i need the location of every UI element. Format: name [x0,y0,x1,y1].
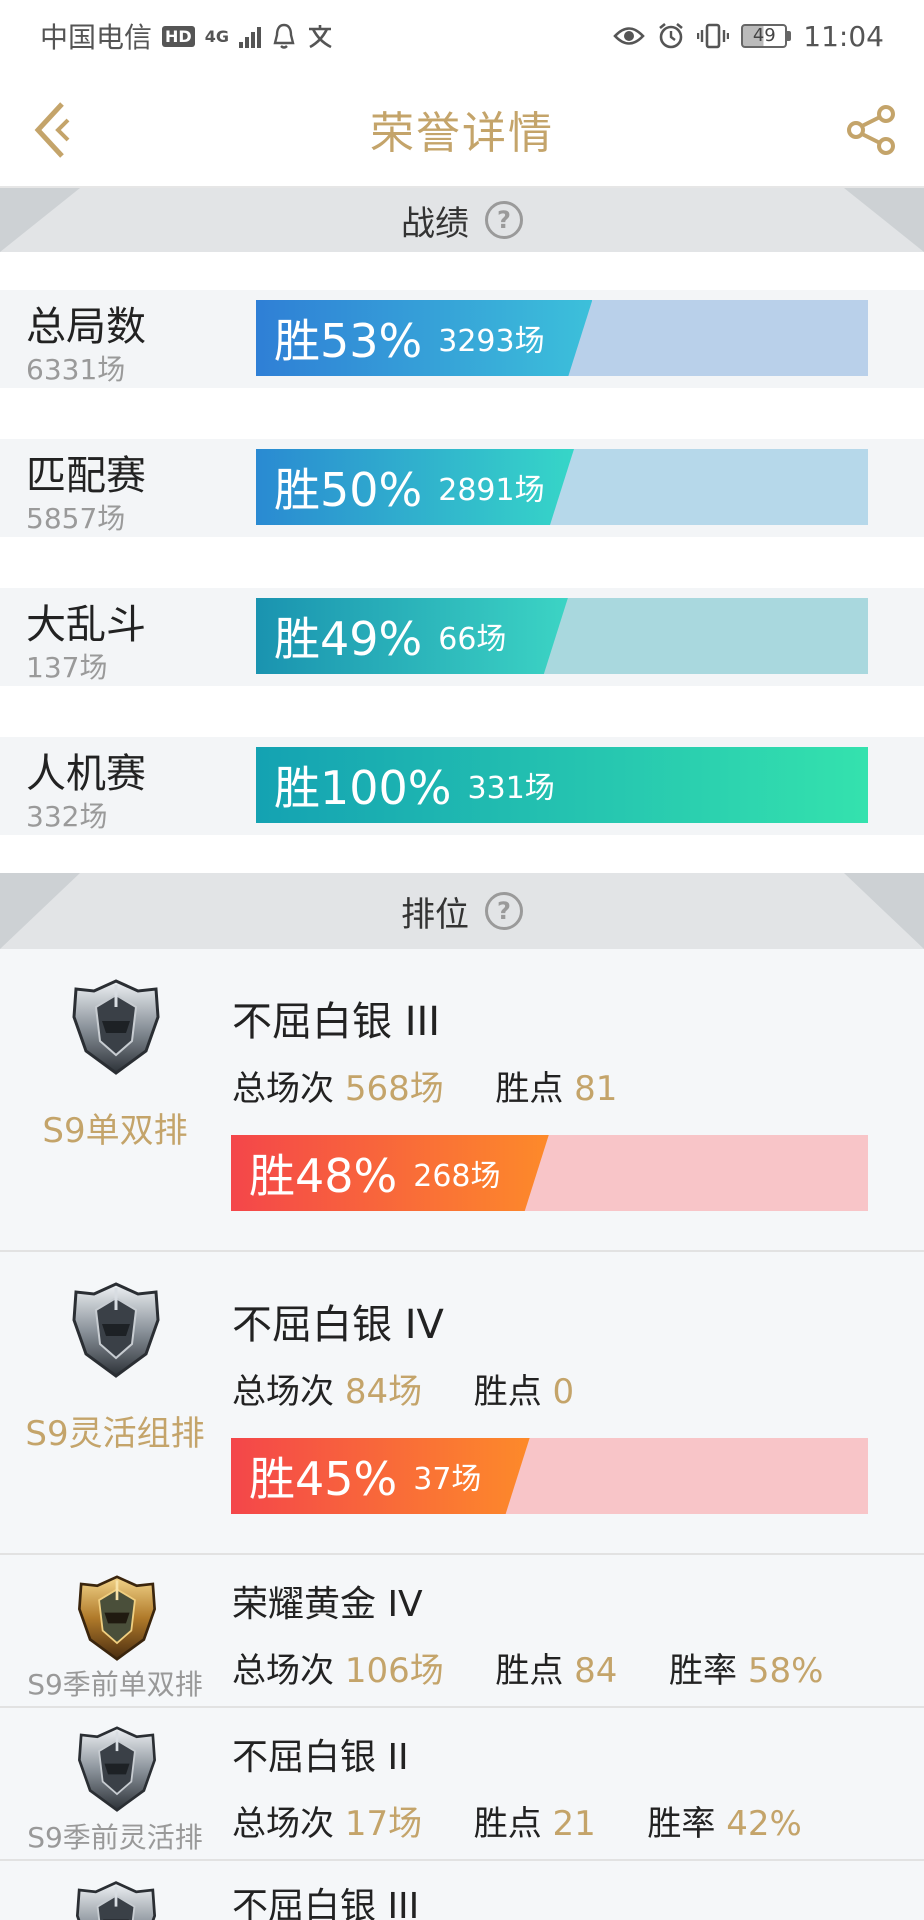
league-points-value: 84 [574,1651,618,1691]
win-rate-bar: 胜50% 2891场 [256,449,868,525]
stat-name: 总局数 [26,304,146,350]
rank-tier: 不屈白银 III [232,1886,420,1920]
league-points-value: 81 [574,1069,618,1109]
share-icon[interactable] [844,102,900,158]
win-rate-text: 胜50% [274,463,423,517]
rank-stats: 总场次 84场 胜点 0 [232,1364,574,1413]
win-rate-text: 胜100% [274,761,452,815]
rank-stats: 总场次 17场 胜点 21 胜率 42% [232,1796,802,1845]
win-rate-text: 胜49% [274,612,423,666]
eye-icon [613,27,646,45]
stat-row-matched: 匹配赛 5857场 胜50% 2891场 [0,439,924,537]
league-points-value: 21 [552,1804,596,1844]
ranked-row-flex[interactable]: S9灵活组排 不屈白银 IV 总场次 84场 胜点 0 胜45% 37场 [0,1252,924,1555]
carrier-name: 中国电信 [40,21,153,54]
queue-name: S9季前灵活排 [27,1821,203,1854]
stat-count: 332场 [26,800,108,833]
silver-rank-emblem-icon [72,979,160,1075]
silver-rank-emblem-icon [72,1282,160,1378]
wins-count: 3293场 [438,324,545,359]
win-rate-bar: 胜49% 66场 [256,598,868,674]
gold-rank-emblem-icon [78,1575,156,1661]
hd-badge: HD [162,25,195,47]
battery-icon: 49 [741,24,792,48]
queue-name: S9灵活组排 [25,1414,205,1454]
notification-bell-icon [273,23,295,49]
ranked-win-rate-bar: 胜45% 37场 [231,1438,868,1514]
clock: 11:04 [803,19,884,53]
ranked-row-partial[interactable]: 不屈白银 III [0,1861,924,1920]
alarm-icon [659,22,684,49]
network-type: 4G [204,26,229,46]
stats-section-title: 战绩 [401,203,469,244]
back-chevron-icon[interactable] [26,98,86,162]
total-games-value: 17场 [344,1804,423,1844]
league-points-label: 胜点 [473,1372,542,1412]
wins-count: 66场 [438,622,507,657]
stat-name: 大乱斗 [26,602,146,648]
translate-icon [308,25,332,49]
stat-row-aram: 大乱斗 137场 胜49% 66场 [0,588,924,686]
signal-icon [238,24,261,48]
total-games-label: 总场次 [232,1804,334,1844]
rank-tier: 不屈白银 III [232,999,441,1045]
total-games-value: 106场 [344,1651,444,1691]
league-points-label: 胜点 [473,1804,542,1844]
wins-count: 37场 [413,1462,482,1497]
ranked-row-preseason-solo[interactable]: S9季前单双排 荣耀黄金 IV 总场次 106场 胜点 84 胜率 58% [0,1555,924,1708]
battery-level: 49 [741,24,788,48]
win-rate-text: 胜45% [249,1452,398,1506]
win-rate-bar: 胜53% 3293场 [256,300,868,376]
help-circle-icon[interactable]: ? [485,201,523,239]
wins-count: 331场 [467,771,555,806]
ranked-row-solo[interactable]: S9单双排 不屈白银 III 总场次 568场 胜点 81 胜48% 268场 [0,949,924,1252]
ranked-row-preseason-flex[interactable]: S9季前灵活排 不屈白银 II 总场次 17场 胜点 21 胜率 42% [0,1708,924,1861]
total-games-value: 84场 [344,1372,423,1412]
stat-row-bots: 人机赛 332场 胜100% 331场 [0,737,924,835]
stat-row-total: 总局数 6331场 胜53% 3293场 [0,290,924,388]
league-points-label: 胜点 [495,1069,564,1109]
page-title: 荣誉详情 [370,108,554,159]
status-bar: 中国电信 HD 4G 49 11:04 [0,0,924,72]
win-rate-bar: 胜100% 331场 [256,747,868,823]
rank-stats: 总场次 106场 胜点 84 胜率 58% [232,1643,823,1692]
stat-count: 6331场 [26,353,126,386]
wins-count: 268场 [413,1159,501,1194]
total-games-label: 总场次 [232,1651,334,1691]
help-circle-icon[interactable]: ? [485,892,523,930]
win-rate-label: 胜率 [647,1804,716,1844]
win-rate-value: 42% [726,1804,802,1844]
rank-tier: 荣耀黄金 IV [232,1584,423,1625]
stat-count: 5857场 [26,502,126,535]
win-rate-label: 胜率 [669,1651,738,1691]
total-games-label: 总场次 [232,1069,334,1109]
league-points-value: 0 [552,1372,575,1412]
silver-rank-emblem-icon [75,1881,157,1920]
stats-section-header: 战绩 ? [0,188,924,252]
rank-stats: 总场次 568场 胜点 81 [232,1061,617,1110]
win-rate-text: 胜53% [274,314,423,368]
queue-name: S9单双排 [42,1111,188,1151]
stat-name: 人机赛 [26,751,146,797]
vibrate-icon [697,23,730,49]
wins-count: 2891场 [438,473,545,508]
rank-tier: 不屈白银 IV [232,1302,444,1348]
queue-name: S9季前单双排 [27,1668,203,1701]
top-nav-bar: 荣誉详情 [0,72,924,188]
total-games-label: 总场次 [232,1372,334,1412]
ranked-win-rate-bar: 胜48% 268场 [231,1135,868,1211]
rank-tier: 不屈白银 II [232,1737,409,1778]
stat-count: 137场 [26,651,108,684]
league-points-label: 胜点 [495,1651,564,1691]
win-rate-value: 58% [747,1651,824,1691]
ranked-section-title: 排位 [401,894,469,935]
silver-rank-emblem-icon [78,1726,156,1812]
stat-name: 匹配赛 [26,453,146,499]
win-rate-text: 胜48% [249,1149,398,1203]
ranked-section-header: 排位 ? [0,873,924,949]
total-games-value: 568场 [344,1069,444,1109]
